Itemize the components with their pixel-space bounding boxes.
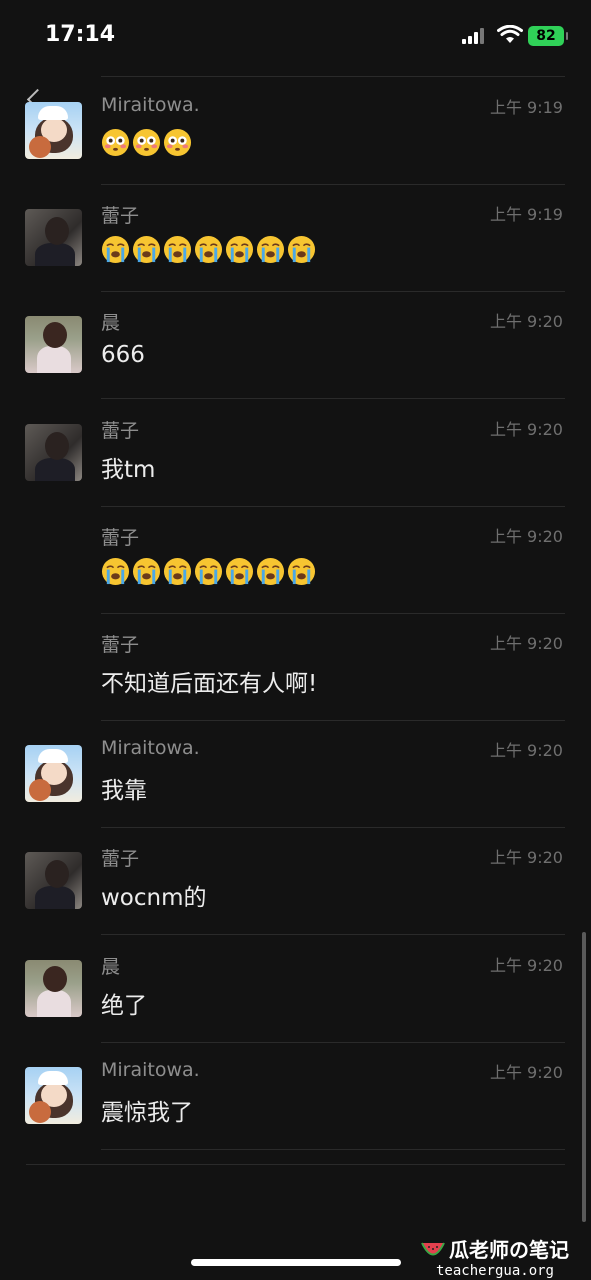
avatar-leizi[interactable] [25,209,82,267]
sender-name: 蕾子 [101,205,140,228]
sender-name: 晨 [101,312,121,335]
sender-name: 蕾子 [101,848,140,871]
sender-name: 蕾子 [101,634,140,656]
message-item[interactable]: Miraitowa. 上午 9:19 [0,78,591,185]
message-item[interactable]: 晨 上午 9:20 绝了 [0,936,591,1043]
message-text: 绝了 [101,992,147,1019]
status-time: 17:14 [45,22,116,47]
sender-name: 蕾子 [101,419,140,442]
avatar-chen[interactable] [25,959,82,1017]
avatar-chen[interactable] [25,316,82,374]
message-text: 我靠 [101,778,147,805]
status-bar: 17:14 82 [0,0,591,72]
message-item[interactable]: 晨 上午 9:20 666 [0,292,591,400]
loudly-crying-face-icon [132,236,161,264]
sender-name: Miraitowa. [101,94,200,116]
sender-name: 晨 [101,955,121,978]
message-item[interactable]: Miraitowa. 上午 9:20 我靠 [0,721,591,829]
message-item[interactable]: 蕾子 上午 9:20 我tm [0,400,591,507]
message-time: 上午 9:20 [489,419,563,439]
loudly-crying-face-icon [163,557,192,585]
message-time: 上午 9:20 [489,848,563,868]
emoji-row [101,557,316,586]
flushed-face-icon [132,128,161,157]
message-item[interactable]: 蕾子 上午 9:19 [0,185,591,293]
message-text: 666 [101,342,145,369]
avatar-miraitowa[interactable] [25,102,82,159]
home-indicator[interactable] [191,1259,401,1266]
loudly-crying-face-icon [163,236,192,264]
watermark-title: 瓜老师の笔记 [449,1238,569,1262]
watermark: 瓜老师の笔记 teachergua.org [421,1234,569,1279]
loudly-crying-face-icon [101,236,130,264]
emoji-row [101,235,316,264]
loudly-crying-face-icon [194,557,223,585]
sender-name: 蕾子 [101,526,140,549]
message-time: 上午 9:20 [489,634,563,653]
avatar-miraitowa[interactable] [25,745,82,803]
message-text: wocnm的 [101,885,207,912]
battery-indicator: 82 [528,26,568,46]
loudly-crying-face-icon [256,557,285,585]
message-item[interactable]: 蕾子 上午 9:20 不知道后面还有人啊! [0,614,591,721]
wifi-icon [497,25,523,43]
loudly-crying-face-icon [132,557,161,585]
sender-name: Miraitowa. [101,1058,200,1081]
loudly-crying-face-icon [194,236,223,264]
loudly-crying-face-icon [287,236,316,264]
sender-name: Miraitowa. [101,737,200,760]
message-text: 我tm [101,456,156,483]
flushed-face-icon [163,128,192,157]
divider [101,76,565,77]
message-time: 上午 9:20 [489,955,563,975]
message-time: 上午 9:20 [489,526,563,546]
message-time: 上午 9:19 [489,205,563,225]
loudly-crying-face-icon [287,557,316,585]
message-item[interactable]: Miraitowa. 上午 9:20 震惊我了 [0,1043,591,1150]
cellular-signal-icon [462,28,488,44]
message-item[interactable]: 蕾子 上午 9:20 [0,507,591,614]
message-time: 上午 9:19 [489,98,563,117]
loudly-crying-face-icon [256,236,285,264]
avatar-leizi[interactable] [25,852,82,910]
watermelon-icon [421,1242,445,1255]
avatar-miraitowa[interactable] [25,1066,82,1124]
scrollbar[interactable] [582,932,586,1222]
message-text: 震惊我了 [101,1099,193,1126]
message-text: 不知道后面还有人啊! [101,671,318,697]
avatar-leizi[interactable] [25,423,82,481]
loudly-crying-face-icon [101,557,130,585]
message-item[interactable]: 蕾子 上午 9:20 wocnm的 [0,828,591,936]
watermark-url: teachergua.org [435,1263,554,1279]
loudly-crying-face-icon [225,557,254,585]
message-time: 上午 9:20 [489,741,563,761]
flushed-face-icon [101,128,130,157]
divider [101,1148,565,1150]
emoji-row [101,128,192,157]
message-time: 上午 9:20 [489,1062,563,1082]
loudly-crying-face-icon [225,236,254,264]
message-time: 上午 9:20 [489,312,563,332]
divider [26,1164,565,1165]
